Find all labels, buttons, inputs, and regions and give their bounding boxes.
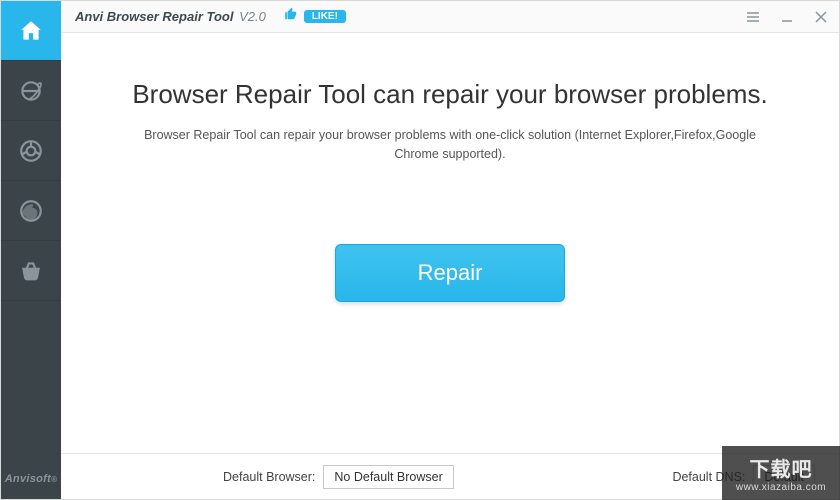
ie-icon [18, 78, 44, 104]
sidebar: Anvisoft® [1, 1, 61, 499]
app-title: Anvi Browser Repair Tool V2.0 [75, 9, 266, 24]
subhead: Browser Repair Tool can repair your brow… [140, 126, 760, 164]
titlebar: Anvi Browser Repair Tool V2.0 LIKE! [61, 1, 839, 33]
headline: Browser Repair Tool can repair your brow… [132, 79, 767, 110]
sidebar-item-firefox[interactable] [1, 181, 61, 241]
app-window: Anvisoft® Anvi Browser Repair Tool V2.0 … [0, 0, 840, 500]
default-browser-value: No Default Browser [334, 470, 442, 484]
thumbs-up-icon [284, 7, 298, 26]
sidebar-item-store[interactable] [1, 241, 61, 301]
default-dns-label: Default DNS: [672, 470, 745, 484]
sidebar-item-home[interactable] [1, 1, 61, 61]
sidebar-item-ie[interactable] [1, 61, 61, 121]
default-browser-label: Default Browser: [223, 470, 315, 484]
brand-label: Anvisoft® [1, 459, 61, 499]
menu-icon [746, 10, 760, 24]
sidebar-items [1, 1, 61, 301]
default-browser-select[interactable]: No Default Browser [323, 465, 453, 489]
basket-icon [18, 258, 44, 284]
close-icon [815, 11, 827, 23]
home-icon [18, 18, 44, 44]
repair-button[interactable]: Repair [335, 244, 565, 302]
like-button[interactable]: LIKE! [284, 7, 346, 26]
minimize-button[interactable] [779, 9, 795, 25]
chrome-icon [18, 138, 44, 164]
default-dns-value: Default [764, 470, 804, 484]
titlebar-left: Anvi Browser Repair Tool V2.0 LIKE! [75, 7, 346, 26]
content: Browser Repair Tool can repair your brow… [61, 33, 839, 453]
close-button[interactable] [813, 9, 829, 25]
footer: Default Browser: No Default Browser Defa… [61, 453, 839, 499]
minimize-icon [780, 10, 794, 24]
default-dns-select[interactable]: Default [753, 465, 815, 489]
app-title-version: V2.0 [239, 9, 266, 24]
main: Anvi Browser Repair Tool V2.0 LIKE! [61, 1, 839, 499]
menu-button[interactable] [745, 9, 761, 25]
app-title-name: Anvi Browser Repair Tool [75, 9, 233, 24]
like-label: LIKE! [304, 10, 346, 23]
sidebar-item-chrome[interactable] [1, 121, 61, 181]
firefox-icon [18, 198, 44, 224]
titlebar-right [745, 9, 829, 25]
